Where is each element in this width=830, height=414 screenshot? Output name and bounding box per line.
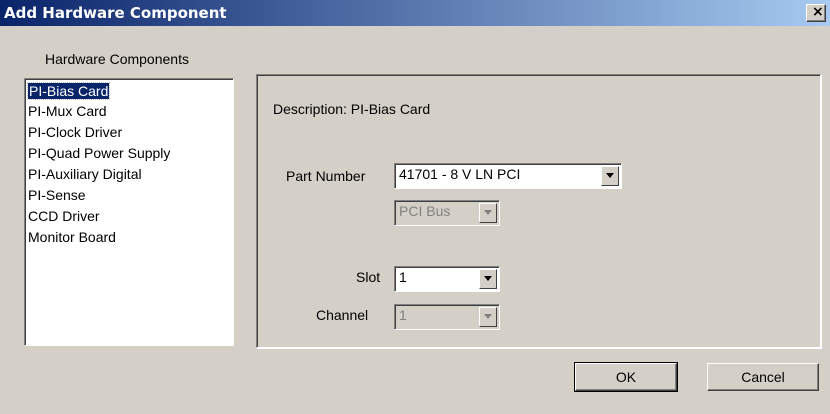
bus-dropdown-button: [479, 203, 497, 223]
list-item-pi-bias-card[interactable]: PI-Bias Card: [26, 81, 111, 101]
slot-select[interactable]: 1: [394, 266, 500, 292]
description-text: Description: PI-Bias Card: [273, 101, 431, 117]
list-item-pi-auxiliary-digital[interactable]: PI-Auxiliary Digital: [28, 164, 142, 184]
chevron-down-icon: [606, 173, 614, 178]
slot-dropdown-button[interactable]: [479, 269, 497, 289]
list-item-pi-quad-power-supply[interactable]: PI-Quad Power Supply: [28, 143, 170, 163]
part-number-label: Part Number: [286, 168, 366, 184]
chevron-down-icon: [484, 210, 492, 215]
close-icon: ×: [812, 4, 824, 20]
hardware-components-list[interactable]: PI-Bias Card PI-Mux Card PI-Clock Driver…: [24, 78, 234, 346]
channel-dropdown-button: [479, 307, 497, 327]
bus-select: PCI Bus: [394, 200, 500, 226]
slot-value: 1: [399, 269, 407, 285]
list-item-ccd-driver[interactable]: CCD Driver: [28, 206, 100, 226]
hardware-components-label: Hardware Components: [45, 51, 189, 67]
title-bar[interactable]: Add Hardware Component ×: [0, 0, 830, 26]
window-title: Add Hardware Component: [4, 4, 227, 22]
list-item-monitor-board[interactable]: Monitor Board: [28, 227, 116, 247]
cancel-button[interactable]: Cancel: [707, 363, 819, 391]
bus-value: PCI Bus: [399, 203, 451, 219]
ok-button[interactable]: OK: [574, 362, 678, 392]
list-item-pi-sense[interactable]: PI-Sense: [28, 185, 86, 205]
part-number-dropdown-button[interactable]: [601, 166, 619, 186]
chevron-down-icon: [484, 314, 492, 319]
channel-select: 1: [394, 304, 500, 330]
close-button[interactable]: ×: [806, 4, 826, 22]
channel-value: 1: [399, 307, 407, 323]
list-item-pi-clock-driver[interactable]: PI-Clock Driver: [28, 122, 122, 142]
slot-label: Slot: [356, 269, 381, 285]
part-number-value: 41701 - 8 V LN PCI: [399, 166, 521, 182]
list-item-pi-mux-card[interactable]: PI-Mux Card: [28, 101, 107, 121]
part-number-select[interactable]: 41701 - 8 V LN PCI: [394, 163, 622, 189]
channel-label: Channel: [316, 307, 369, 323]
chevron-down-icon: [484, 276, 492, 281]
